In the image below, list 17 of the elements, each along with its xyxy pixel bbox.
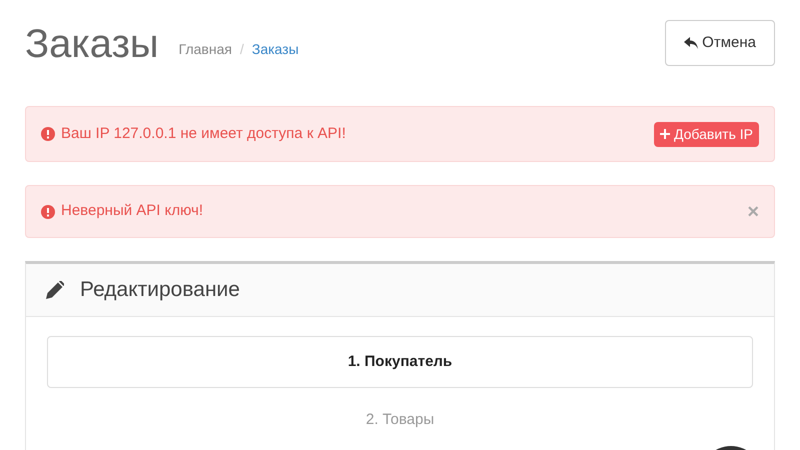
alert-text: Ваш IP 127.0.0.1 не имеет доступа к API! xyxy=(61,124,346,144)
step-tab[interactable]: 1. Покупатель xyxy=(47,336,753,388)
page-title: Заказы xyxy=(25,21,159,68)
alert-text: Неверный API ключ! xyxy=(61,201,204,222)
exclamation-icon xyxy=(41,204,55,218)
breadcrumb-separator: / xyxy=(240,40,244,59)
exclamation-icon xyxy=(41,127,55,141)
add-ip-button[interactable]: Добавить IP xyxy=(654,122,759,146)
step-tab[interactable]: 2. Товары xyxy=(47,394,753,446)
cancel-button[interactable]: Отмена xyxy=(665,20,775,66)
reply-arrow-icon xyxy=(684,37,698,49)
pencil-icon xyxy=(46,281,64,299)
breadcrumb-link[interactable]: Заказы xyxy=(252,39,299,60)
plus-icon xyxy=(660,129,670,139)
panel-title: Редактирование xyxy=(80,277,240,304)
breadcrumb-link[interactable]: Главная xyxy=(178,39,232,60)
close-button[interactable]: × xyxy=(747,202,759,222)
